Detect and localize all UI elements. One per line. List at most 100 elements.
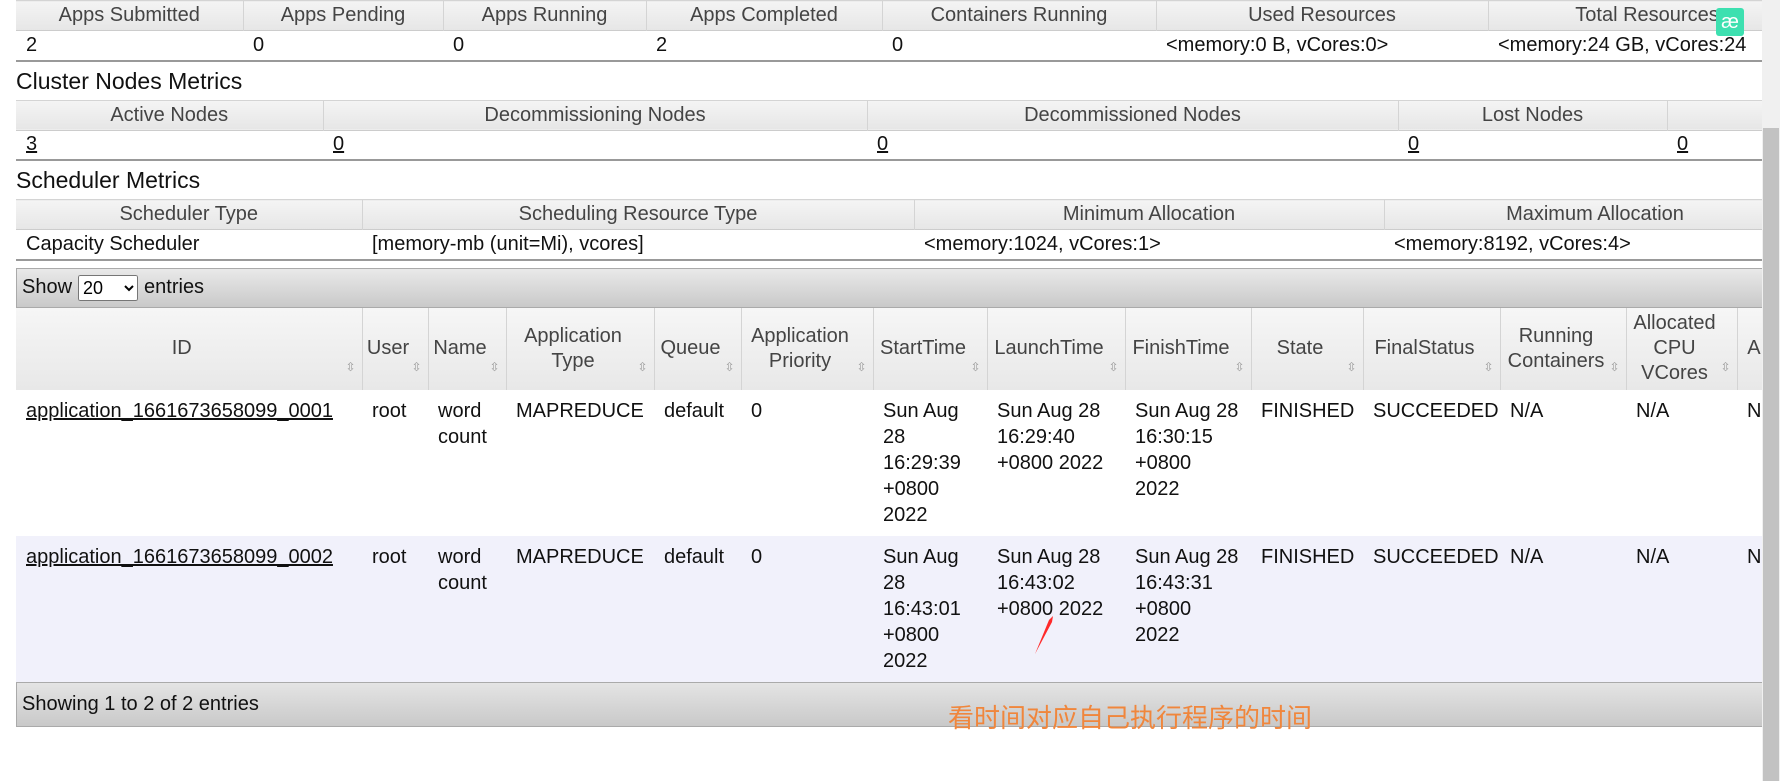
node-count-link[interactable]: 3 — [26, 133, 37, 155]
sort-icon[interactable]: ⇳ — [637, 355, 647, 380]
sort-icon[interactable]: ⇳ — [724, 355, 734, 380]
applications-table: ID ⇳ User ⇳ Name ⇳ Application Type ⇳ Queue ⇳ Appl… — [16, 307, 1780, 682]
column-header: Apps Running — [443, 0, 647, 31]
table-cell: 0 — [741, 389, 873, 536]
table-cell: Sun Aug 28 16:43:01 +0800 2022 — [873, 535, 987, 682]
column-header: Containers Running — [882, 0, 1157, 31]
metric-cell: <memory:1024, vCores:1> — [914, 229, 1384, 260]
column-header: Scheduling Resource Type — [362, 199, 915, 230]
metric-cell: 0 — [867, 129, 1398, 160]
table-cell: MAPREDUCE — [506, 389, 654, 536]
sort-icon[interactable]: ⇳ — [1609, 355, 1619, 380]
column-header: Apps Completed — [646, 0, 883, 31]
entries-label: entries — [144, 276, 205, 298]
column-header-sortable[interactable]: Name ⇳ — [428, 307, 507, 390]
column-header-sortable[interactable]: Running Containers ⇳ — [1500, 307, 1627, 390]
metric-cell: 0 — [323, 129, 867, 160]
column-label: State — [1276, 337, 1324, 359]
page: Apps Submitted Apps Pending Apps Running Ap… — [16, 0, 1780, 727]
node-count-link[interactable]: 0 — [1677, 133, 1688, 155]
table-cell: 0 — [741, 535, 873, 682]
column-header: Used Resources — [1156, 0, 1489, 31]
annotation-text: 看时间对应自己执行程序的时间 — [948, 703, 1313, 733]
table-cell: root — [362, 535, 428, 682]
column-label: FinalStatus — [1374, 337, 1475, 359]
column-label: ID — [171, 337, 192, 359]
column-label: Application Priority — [751, 324, 849, 372]
column-header: Decommissioning Nodes — [323, 99, 868, 130]
application-id-link[interactable]: application_1661673658099_0002 — [26, 546, 333, 568]
sort-icon[interactable]: ⇳ — [411, 355, 421, 380]
table-cell: word count — [428, 389, 506, 536]
table-cell: N/A — [1500, 389, 1626, 536]
column-label: Running Containers — [1507, 324, 1605, 372]
column-header-sortable[interactable]: Queue ⇳ — [654, 307, 742, 390]
table-cell: Sun Aug 28 16:29:39 +0800 2022 — [873, 389, 987, 536]
column-header-sortable[interactable]: LaunchTime ⇳ — [987, 307, 1126, 390]
sort-icon[interactable]: ⇳ — [1108, 355, 1118, 380]
column-header: Apps Submitted — [16, 0, 244, 31]
column-header: Maximum Allocation — [1384, 199, 1780, 230]
extension-logo-icon[interactable]: æ — [1716, 8, 1744, 36]
sort-icon[interactable]: ⇳ — [1483, 355, 1493, 380]
column-header: Decommissioned Nodes — [867, 99, 1399, 130]
table-cell: SUCCEEDED — [1363, 389, 1500, 536]
column-header-sortable[interactable]: Application Type ⇳ — [506, 307, 655, 390]
column-header: Minimum Allocation — [914, 199, 1385, 230]
metric-cell: 2 — [16, 30, 243, 61]
column-label: Allocated CPU VCores — [1633, 312, 1716, 384]
metric-cell: [memory-mb (unit=Mi), vcores] — [362, 229, 914, 260]
entries-select[interactable]: 20 — [78, 274, 139, 301]
table-cell: MAPREDUCE — [506, 535, 654, 682]
table-cell: SUCCEEDED — [1363, 535, 1500, 682]
table-row: application_1661673658099_0001 root word c… — [16, 389, 1780, 536]
nodes-metrics-table: Active Nodes Decommissioning Nodes Decommi… — [16, 99, 1780, 161]
table-cell: FINISHED — [1251, 535, 1363, 682]
column-header-sortable[interactable]: State ⇳ — [1251, 307, 1364, 390]
sort-icon[interactable]: ⇳ — [489, 355, 499, 380]
sort-icon[interactable]: ⇳ — [856, 355, 866, 380]
showing-entries-text: Showing 1 to 2 of 2 entries — [22, 692, 259, 715]
column-header: Lost Nodes — [1398, 99, 1668, 130]
sort-icon[interactable]: ⇳ — [345, 355, 355, 380]
nodes-title: Cluster Nodes Metrics — [16, 67, 243, 94]
metric-cell: 3 — [16, 129, 323, 160]
column-header-sortable[interactable]: FinishTime ⇳ — [1125, 307, 1252, 390]
arrow-annotation-icon — [1035, 616, 1053, 654]
sort-icon[interactable]: ⇳ — [970, 355, 980, 380]
column-label: Name — [433, 337, 487, 359]
scrollbar-thumb[interactable] — [1763, 128, 1779, 781]
table-cell: Sun Aug 28 16:43:02 +0800 2022 — [987, 535, 1125, 682]
column-header-sortable[interactable]: Allocated CPU VCores ⇳ — [1626, 307, 1738, 390]
show-label: Show — [22, 276, 73, 298]
metric-cell: <memory:0 B, vCores:0> — [1156, 30, 1488, 61]
node-count-link[interactable]: 0 — [1408, 133, 1419, 155]
table-cell: N/A — [1626, 389, 1737, 536]
sort-icon[interactable]: ⇳ — [1234, 355, 1244, 380]
metric-cell: 0 — [1398, 129, 1667, 160]
column-label: User — [366, 337, 410, 359]
metric-cell: Capacity Scheduler — [16, 229, 362, 260]
length-bar: Show 20 entries — [16, 267, 1780, 308]
scheduler-metrics-table: Scheduler Type Scheduling Resource Type Mi… — [16, 199, 1780, 261]
application-id-link[interactable]: application_1661673658099_0001 — [26, 400, 333, 422]
column-label: FinishTime — [1132, 337, 1230, 359]
column-label: LaunchTime — [994, 337, 1104, 359]
metric-cell: 2 — [646, 30, 882, 61]
table-cell: application_1661673658099_0001 — [16, 389, 362, 536]
sort-icon[interactable]: ⇳ — [1720, 355, 1730, 380]
column-header-sortable[interactable]: FinalStatus ⇳ — [1363, 307, 1501, 390]
column-header-sortable[interactable]: ID ⇳ — [16, 307, 363, 390]
column-label: Queue — [660, 337, 721, 359]
sort-icon[interactable]: ⇳ — [1346, 355, 1356, 380]
table-cell: default — [654, 535, 741, 682]
column-header-sortable[interactable]: User ⇳ — [362, 307, 429, 390]
column-header-sortable[interactable]: StartTime ⇳ — [873, 307, 988, 390]
node-count-link[interactable]: 0 — [877, 133, 888, 155]
table-cell: Sun Aug 28 16:29:40 +0800 2022 — [987, 389, 1125, 536]
column-header-sortable[interactable]: Application Priority ⇳ — [741, 307, 874, 390]
node-count-link[interactable]: 0 — [333, 133, 344, 155]
table-cell: Sun Aug 28 16:43:31 +0800 2022 — [1125, 535, 1251, 682]
metric-cell: 0 — [443, 30, 646, 61]
table-cell: FINISHED — [1251, 389, 1363, 536]
